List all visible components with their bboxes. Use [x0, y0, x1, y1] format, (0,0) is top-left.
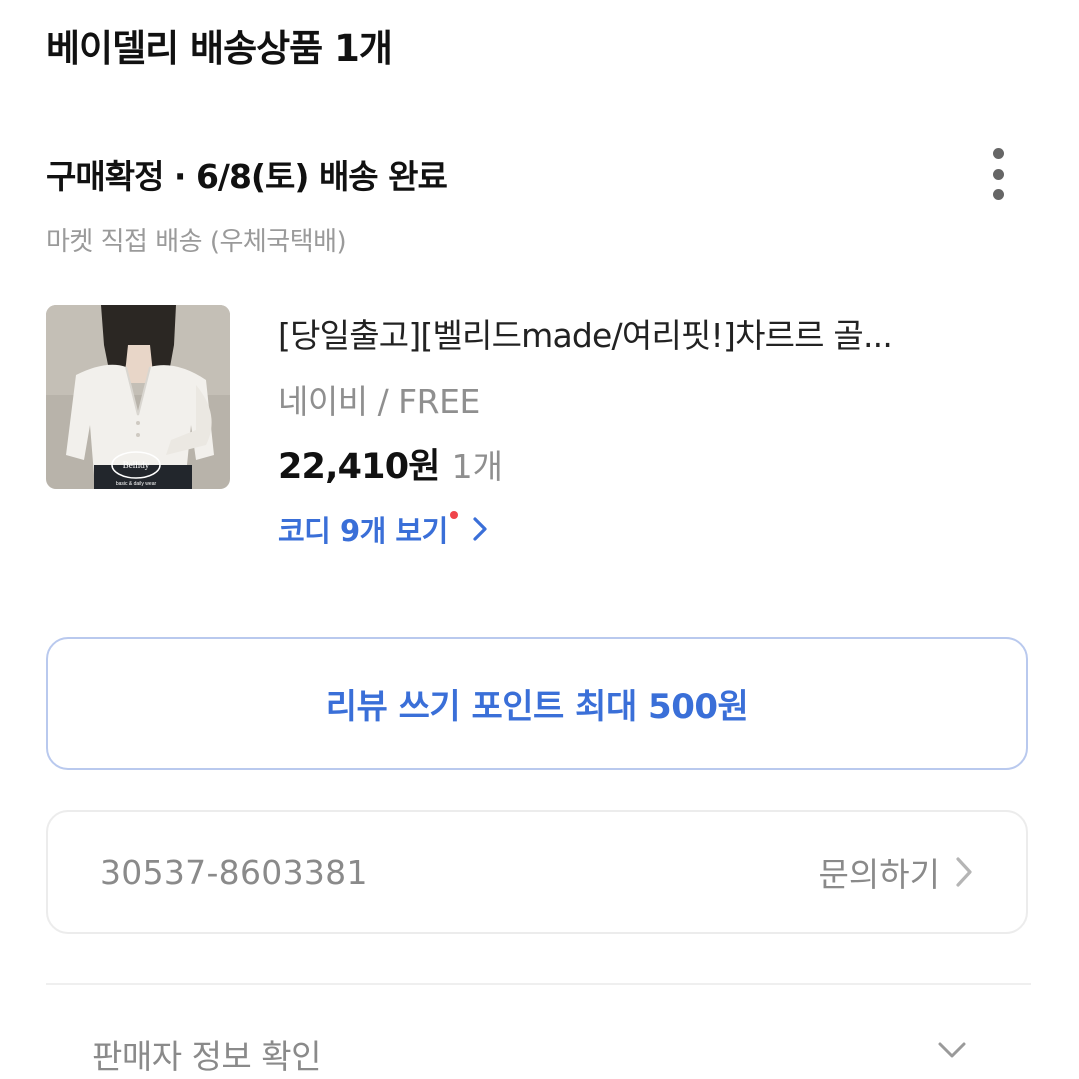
codi-label: 코디 9개 보기: [278, 514, 448, 548]
section-divider: [46, 983, 1031, 985]
order-number: 30537-8603381: [100, 852, 368, 892]
product-option: 네이비 / FREE: [278, 382, 480, 421]
new-badge-dot: [449, 511, 458, 519]
product-photo: Bellidy basic & daily wear: [46, 305, 230, 489]
product-quantity: 1개: [451, 447, 504, 486]
chevron-right-icon: [473, 517, 487, 541]
store-title: 베이델리 배송상품 1개: [46, 27, 393, 70]
delivery-method: 마켓 직접 배송 (우체국택배): [46, 227, 347, 257]
more-dot: [992, 189, 1004, 200]
product-price: 22,410원: [278, 447, 440, 487]
brand-logo-subtext: basic & daily wear: [116, 481, 157, 487]
codi-link[interactable]: 코디 9개 보기: [278, 508, 488, 550]
order-status: 구매확정 · 6/8(토) 배송 완료: [46, 157, 448, 196]
price-row: 22,410원 1개: [278, 438, 503, 489]
chevron-down-icon[interactable]: [937, 1040, 967, 1060]
inquiry-label: 문의하기: [818, 855, 940, 894]
write-review-button[interactable]: 리뷰 쓰기 포인트 최대 500원: [46, 637, 1028, 770]
more-dot: [992, 168, 1004, 180]
chevron-right-icon: [956, 857, 972, 887]
brand-logo-text: Bellidy: [123, 460, 150, 470]
order-info-box: 30537-8603381 문의하기: [46, 810, 1028, 934]
seller-info-toggle[interactable]: 판매자 정보 확인: [92, 1030, 322, 1078]
more-options-icon[interactable]: [984, 148, 1012, 200]
inquiry-button[interactable]: 문의하기: [819, 848, 974, 896]
product-name[interactable]: [당일출고][벨리드made/여리핏!]차르르 골...: [278, 309, 978, 357]
more-dot: [992, 148, 1004, 159]
product-thumbnail[interactable]: Bellidy basic & daily wear: [46, 305, 230, 489]
